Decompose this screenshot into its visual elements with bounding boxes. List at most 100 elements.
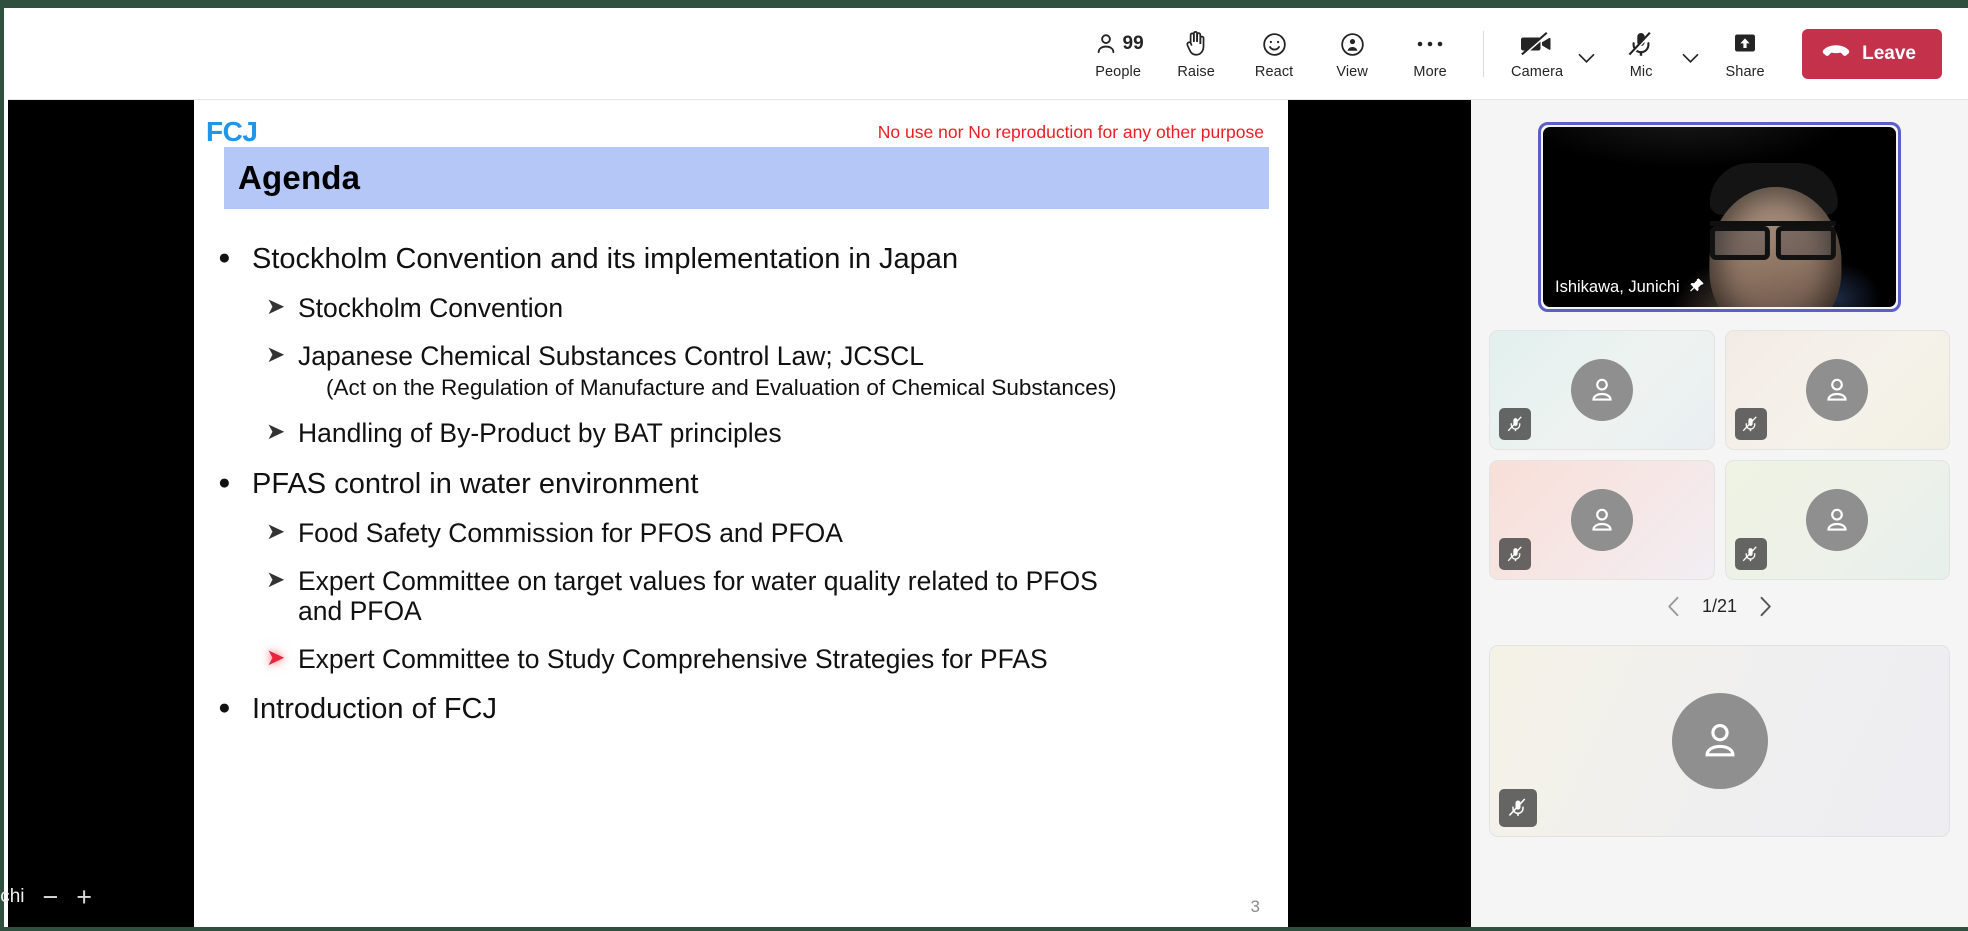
participant-tile[interactable] — [1725, 460, 1951, 580]
avatar-person-icon — [1806, 359, 1868, 421]
list-item: ➤ Japanese Chemical Substances Control L… — [266, 341, 1268, 371]
list-item: ➤ Food Safety Commission for PFOS and PF… — [266, 518, 1268, 548]
mic-options-chevron-down-icon[interactable] — [1676, 32, 1704, 76]
view-layout-icon — [1339, 27, 1366, 61]
bullet-arrow-icon: ➤ — [266, 293, 298, 320]
bullet-arrow-highlight-icon: ➤ — [266, 644, 298, 671]
react-button[interactable]: React — [1235, 23, 1313, 84]
meeting-stage: FCJ No use nor No reproduction for any o… — [8, 100, 1968, 927]
participant-grid — [1489, 330, 1950, 580]
bullet-dot-icon: ● — [218, 243, 252, 273]
avatar-person-icon — [1571, 359, 1633, 421]
share-button[interactable]: Share — [1706, 23, 1784, 84]
bullet-arrow-icon: ➤ — [266, 341, 298, 368]
fcj-logo: FCJ — [206, 116, 257, 148]
bullet-dot-icon: ● — [218, 468, 252, 498]
smiley-react-icon — [1261, 27, 1288, 61]
leave-button[interactable]: Leave — [1802, 29, 1942, 79]
teams-meeting-window: 99 People Raise — [0, 0, 1968, 931]
list-item-label: Stockholm Convention and its implementat… — [252, 243, 958, 276]
zoom-in-button[interactable]: + — [76, 884, 92, 911]
chevron-right-icon[interactable] — [1759, 596, 1772, 617]
mic-off-icon — [1735, 408, 1767, 440]
bullet-arrow-icon: ➤ — [266, 566, 298, 593]
presenter-zoom-bar: ichi − + — [8, 867, 194, 927]
presentation-slide[interactable]: FCJ No use nor No reproduction for any o… — [194, 100, 1288, 927]
bullet-arrow-icon: ➤ — [266, 418, 298, 445]
people-button[interactable]: 99 People — [1079, 23, 1157, 84]
more-button[interactable]: More — [1391, 23, 1469, 84]
list-item: ● Stockholm Convention and its implement… — [218, 243, 1268, 276]
list-item-label: Expert Committee on target values for wa… — [298, 566, 1138, 627]
participant-tile[interactable] — [1489, 460, 1715, 580]
view-label: View — [1336, 64, 1368, 80]
video-feed: Ishikawa, Junichi — [1543, 127, 1896, 307]
list-item-label: Food Safety Commission for PFOS and PFOA — [298, 518, 843, 548]
camera-off-icon — [1520, 27, 1554, 61]
raise-hand-icon — [1183, 27, 1209, 61]
camera-options-chevron-down-icon[interactable] — [1572, 32, 1600, 76]
avatar-person-icon — [1672, 693, 1768, 789]
view-button[interactable]: View — [1313, 23, 1391, 84]
list-item-label: PFAS control in water environment — [252, 468, 698, 501]
mic-off-icon — [1499, 789, 1537, 827]
react-label: React — [1255, 64, 1293, 80]
mic-off-icon — [1499, 538, 1531, 570]
participant-tile[interactable] — [1489, 645, 1950, 837]
list-item: ➤ Handling of By-Product by BAT principl… — [266, 418, 1268, 448]
list-item: ● Introduction of FCJ — [218, 693, 1268, 726]
bullet-arrow-icon: ➤ — [266, 518, 298, 545]
raise-hand-button[interactable]: Raise — [1157, 23, 1235, 84]
participant-tile[interactable] — [1489, 330, 1715, 450]
meeting-toolbar: 99 People Raise — [8, 8, 1968, 100]
share-label: Share — [1726, 64, 1765, 80]
avatar-person-icon — [1806, 489, 1868, 551]
presenter-name-fragment: ichi — [0, 886, 25, 908]
chevron-left-icon[interactable] — [1667, 596, 1680, 617]
active-speaker-tile[interactable]: Ishikawa, Junichi — [1538, 122, 1901, 312]
participant-name: Ishikawa, Junichi — [1555, 278, 1680, 297]
leave-label: Leave — [1862, 43, 1916, 65]
people-count: 99 — [1123, 33, 1144, 55]
list-item-label: Expert Committee to Study Comprehensive … — [298, 644, 1048, 674]
list-item: ➤ Expert Committee on target values for … — [266, 566, 1268, 627]
bullet-dot-icon: ● — [218, 693, 252, 723]
mic-off-icon — [1499, 408, 1531, 440]
camera-button[interactable]: Camera — [1498, 23, 1576, 84]
agenda-bullet-list: ● Stockholm Convention and its implement… — [218, 224, 1268, 726]
avatar-person-icon — [1571, 489, 1633, 551]
raise-label: Raise — [1177, 64, 1215, 80]
mic-label: Mic — [1630, 64, 1653, 80]
participant-tile[interactable] — [1725, 330, 1951, 450]
people-label: People — [1095, 64, 1141, 80]
slide-title-banner: Agenda — [224, 147, 1269, 209]
mic-button[interactable]: Mic — [1602, 23, 1680, 84]
roster-pagination: 1/21 — [1489, 596, 1950, 617]
pin-icon — [1689, 277, 1705, 298]
slide-disclaimer: No use nor No reproduction for any other… — [878, 122, 1264, 143]
more-ellipsis-icon — [1416, 27, 1444, 61]
list-item: ● PFAS control in water environment — [218, 468, 1268, 501]
participant-name-overlay: Ishikawa, Junichi — [1555, 277, 1705, 298]
list-item-label: Introduction of FCJ — [252, 693, 497, 726]
people-icon: 99 — [1093, 27, 1144, 61]
slide-page-number: 3 — [1251, 897, 1260, 917]
mic-off-icon — [1735, 538, 1767, 570]
video-person-glasses — [1709, 221, 1835, 247]
toolbar-divider — [1483, 31, 1484, 77]
hang-up-icon — [1822, 43, 1850, 65]
window-top-border — [4, 0, 1968, 8]
participant-rail: Ishikawa, Junichi — [1471, 100, 1968, 927]
list-item-label: Stockholm Convention — [298, 293, 563, 323]
list-item: ➤ Stockholm Convention — [266, 293, 1268, 323]
more-label: More — [1413, 64, 1446, 80]
shared-content-region[interactable]: FCJ No use nor No reproduction for any o… — [8, 100, 1471, 927]
list-item-subtext: (Act on the Regulation of Manufacture an… — [326, 374, 1268, 401]
camera-label: Camera — [1511, 64, 1563, 80]
zoom-controls: − + — [43, 884, 93, 911]
page-title: Agenda — [238, 159, 360, 197]
mic-off-icon — [1628, 27, 1654, 61]
zoom-out-button[interactable]: − — [43, 884, 59, 911]
list-item-label: Handling of By-Product by BAT principles — [298, 418, 782, 448]
share-screen-icon — [1732, 27, 1758, 61]
